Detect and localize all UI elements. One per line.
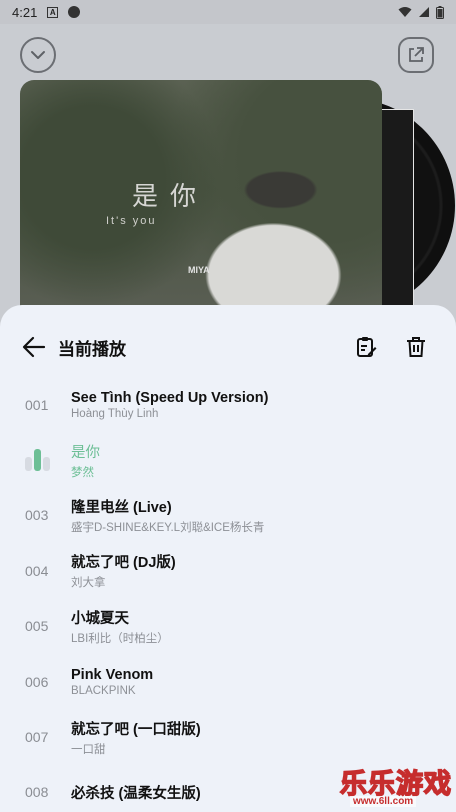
track-row[interactable]: 001 See Tình (Speed Up Version) Hoàng Thùy… <box>0 377 456 432</box>
trash-icon <box>407 337 425 357</box>
now-playing-sheet: 当前播放 001 See Tình (Speed Up Version) Hoàng… <box>0 305 456 812</box>
track-title: 就忘了吧 (一口甜版) <box>71 721 201 738</box>
battery-icon <box>436 5 444 19</box>
clipboard-edit-icon <box>357 337 377 357</box>
album-cover-subtitle: It's you <box>106 215 157 227</box>
track-row[interactable]: 003 隆里电丝 (Live) 盛宇D-SHINE&KEY.L刘聪&ICE杨长青 <box>0 488 456 543</box>
clear-list-button[interactable] <box>404 335 428 359</box>
chevron-down-icon <box>31 51 45 59</box>
track-list: 001 See Tình (Speed Up Version) Hoàng Thùy… <box>0 377 456 812</box>
track-title: 就忘了吧 (DJ版) <box>71 555 176 572</box>
edit-list-button[interactable] <box>354 335 378 359</box>
track-index: 004 <box>25 562 49 579</box>
status-bar: 4:21 A <box>0 0 456 24</box>
share-button[interactable] <box>398 37 434 73</box>
track-row[interactable]: 005 小城夏天 LBI利比（时柏尘） <box>0 599 456 654</box>
track-artist: 刘大拿 <box>71 577 106 590</box>
arrow-left-icon <box>22 336 46 358</box>
album-art-area: 是你 It's you MIYA <box>20 80 455 324</box>
a-notification-icon: A <box>47 6 59 18</box>
track-title: See Tình (Speed Up Version) <box>71 389 269 406</box>
album-cover-artist: MIYA <box>188 265 210 275</box>
track-title: 隆里电丝 (Live) <box>71 499 172 516</box>
track-artist: 梦然 <box>71 466 94 479</box>
site-watermark: 乐乐游戏 www.6ll.com <box>336 762 456 812</box>
signal-icon <box>419 7 429 17</box>
track-index: 007 <box>25 729 49 746</box>
track-index: 008 <box>25 784 49 801</box>
watermark-url: www.6ll.com <box>350 796 417 807</box>
track-artist: 一口甜 <box>71 743 106 756</box>
track-index: 006 <box>25 673 49 690</box>
track-title: 必杀技 (温柔女生版) <box>71 785 201 802</box>
track-artist: BLACKPINK <box>71 684 136 697</box>
track-artist: Hoàng Thùy Linh <box>71 407 159 420</box>
circle-notification-icon <box>68 6 81 18</box>
album-cover-title: 是你 <box>132 182 209 212</box>
track-index: 003 <box>25 507 49 524</box>
track-index: 005 <box>25 618 49 635</box>
back-button[interactable] <box>20 333 48 361</box>
track-row[interactable]: 004 就忘了吧 (DJ版) 刘大拿 <box>0 543 456 598</box>
sheet-title: 当前播放 <box>58 339 126 359</box>
track-title: 小城夏天 <box>71 610 129 627</box>
external-link-icon <box>409 47 424 62</box>
track-row[interactable]: 是你 梦然 <box>0 432 456 487</box>
track-artist: 盛宇D-SHINE&KEY.L刘聪&ICE杨长青 <box>71 521 265 534</box>
track-artist: LBI利比（时柏尘） <box>71 632 169 645</box>
status-time: 4:21 <box>12 4 38 20</box>
player-background: 是你 It's you MIYA <box>0 24 456 324</box>
now-playing-equalizer-icon <box>25 449 71 472</box>
album-cover[interactable]: 是你 It's you MIYA <box>20 80 382 324</box>
collapse-button[interactable] <box>20 37 56 73</box>
track-title: 是你 <box>71 444 100 461</box>
track-row[interactable]: 007 就忘了吧 (一口甜版) 一口甜 <box>0 709 456 764</box>
track-row[interactable]: 006 Pink Venom BLACKPINK <box>0 654 456 709</box>
track-index: 001 <box>25 396 49 413</box>
track-title: Pink Venom <box>71 666 154 683</box>
wifi-icon <box>398 7 412 17</box>
